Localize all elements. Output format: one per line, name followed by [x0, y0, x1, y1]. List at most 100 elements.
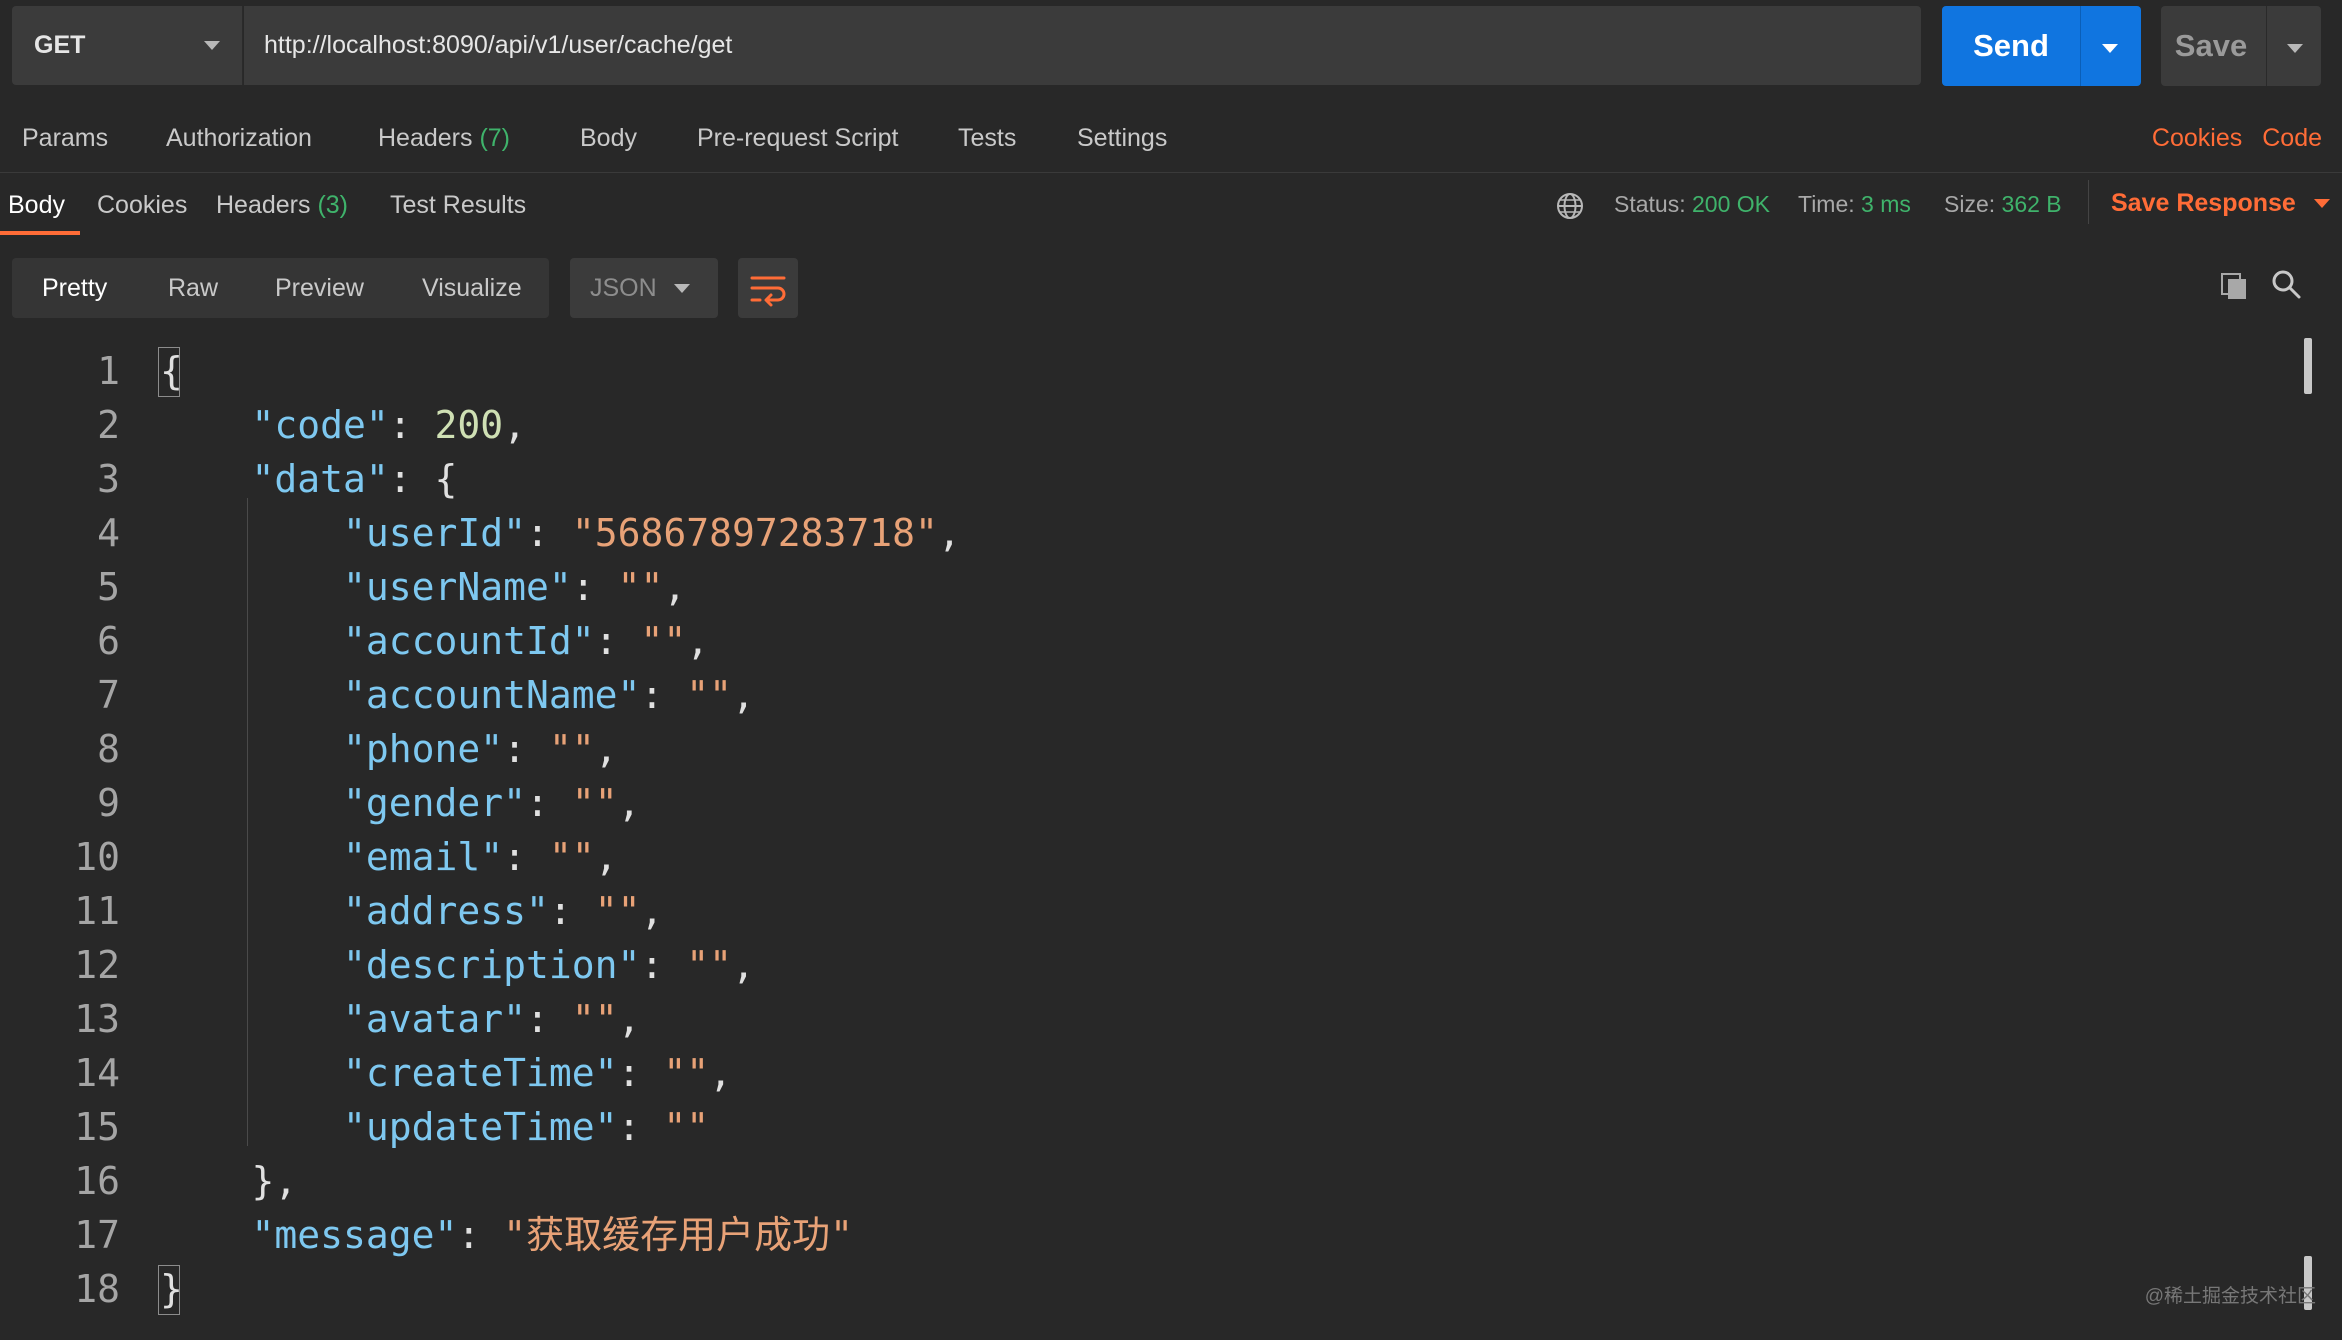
active-tab-indicator	[0, 231, 80, 235]
url-input[interactable]: http://localhost:8090/api/v1/user/cache/…	[244, 6, 1921, 85]
tab-settings[interactable]: Settings	[1077, 124, 1167, 153]
code-token: "address"	[160, 889, 549, 933]
code-token: ""	[548, 727, 595, 771]
line-number: 17	[74, 1213, 120, 1257]
response-tab-test-results[interactable]: Test Results	[390, 191, 526, 220]
size-value: 362 B	[2001, 191, 2062, 217]
code-token: ""	[571, 997, 618, 1041]
code-link[interactable]: Code	[2262, 124, 2322, 153]
code-token: "message"	[160, 1213, 458, 1257]
code-token: :	[526, 781, 572, 825]
code-token: },	[160, 1159, 298, 1203]
tab-pre-request-script[interactable]: Pre-request Script	[697, 124, 898, 153]
code-token: :	[640, 673, 687, 717]
watermark: @稀土掘金技术社区	[2144, 1286, 2316, 1307]
tab-headers[interactable]: Headers (7)	[378, 124, 510, 153]
send-button[interactable]: Send	[1942, 6, 2080, 86]
line-number: 1	[97, 349, 120, 393]
tab-authorization[interactable]: Authorization	[166, 124, 312, 153]
status-value: 200 OK	[1692, 191, 1770, 217]
response-tab-body[interactable]: Body	[8, 191, 65, 220]
format-select[interactable]: JSON	[570, 258, 718, 318]
code-line: "accountId": "",	[160, 614, 709, 668]
code-line: "userId": "56867897283718",	[160, 506, 961, 560]
code-token: "phone"	[160, 727, 504, 771]
line-number: 10	[74, 835, 120, 879]
code-token: "code"	[160, 403, 389, 447]
code-line: "phone": "",	[160, 722, 618, 776]
response-tab-cookies[interactable]: Cookies	[97, 191, 187, 220]
code-token: 200	[434, 403, 504, 447]
line-number: 12	[74, 943, 120, 987]
code-token: :	[617, 1105, 664, 1149]
line-number: 18	[74, 1267, 120, 1311]
tab-params[interactable]: Params	[22, 124, 108, 153]
code-line: "gender": "",	[160, 776, 640, 830]
code-token: "accountName"	[160, 673, 641, 717]
wrap-lines-icon	[750, 276, 786, 307]
view-visualize[interactable]: Visualize	[422, 258, 522, 318]
code-token: ""	[571, 781, 618, 825]
save-response-label: Save Response	[2111, 189, 2296, 217]
code-token: ,	[731, 673, 755, 717]
code-token: ,	[686, 619, 710, 663]
save-response-button[interactable]: Save Response	[2111, 189, 2330, 218]
format-label: JSON	[590, 273, 657, 302]
time-label: Time:	[1798, 191, 1855, 217]
line-number: 8	[97, 727, 120, 771]
response-tab-headers[interactable]: Headers (3)	[216, 191, 348, 220]
cookies-link[interactable]: Cookies	[2152, 124, 2242, 153]
line-number: 14	[74, 1051, 120, 1095]
response-body-editor[interactable]: 1 2 3 4 5 6 7 8 9 10 11 12 13 14 15 16 17 18{ "code": 200…	[0, 338, 2342, 1340]
view-pretty[interactable]: Pretty	[42, 258, 107, 318]
code-token: :	[503, 727, 549, 771]
save-button-group: Save	[2161, 6, 2321, 86]
send-button-group: Send	[1942, 6, 2141, 86]
chevron-down-icon	[2313, 199, 2330, 208]
bracket-match-highlight	[158, 347, 180, 397]
code-line: "userName": "",	[160, 560, 686, 614]
line-number: 16	[74, 1159, 120, 1203]
code-token: ""	[663, 1051, 710, 1095]
meta-divider	[2088, 180, 2089, 224]
code-line: "address": "",	[160, 884, 663, 938]
code-token: :	[571, 565, 618, 609]
code-line: "data": {	[160, 452, 458, 506]
code-token: ""	[617, 565, 664, 609]
code-line: "avatar": "",	[160, 992, 640, 1046]
code-token: ""	[686, 673, 732, 717]
code-token: ,	[594, 835, 618, 879]
code-token: "email"	[160, 835, 504, 879]
copy-icon[interactable]	[2218, 270, 2250, 302]
save-options-chevron-icon[interactable]	[2287, 44, 2303, 53]
code-token: ,	[617, 997, 641, 1041]
tab-tests[interactable]: Tests	[958, 124, 1016, 153]
request-tabs: Params Authorization Headers (7) Body Pr…	[0, 110, 2342, 170]
globe-icon[interactable]	[1555, 191, 1585, 221]
response-size: Size: 362 B	[1944, 191, 2062, 218]
save-button[interactable]: Save	[2161, 6, 2261, 86]
code-line: "createTime": "",	[160, 1046, 732, 1100]
code-token: "56867897283718"	[571, 511, 938, 555]
line-number: 9	[97, 781, 120, 825]
view-raw[interactable]: Raw	[168, 258, 218, 318]
code-token: ,	[594, 727, 618, 771]
view-preview[interactable]: Preview	[275, 258, 364, 318]
line-number: 3	[97, 457, 120, 501]
response-status: Status: 200 OK	[1614, 191, 1770, 218]
code-line: "message": "获取缓存用户成功"	[160, 1208, 853, 1262]
wrap-lines-button[interactable]	[738, 258, 798, 318]
send-options-chevron-icon[interactable]	[2102, 44, 2118, 53]
code-line: "description": "",	[160, 938, 755, 992]
code-token: :	[548, 889, 595, 933]
line-number: 2	[97, 403, 120, 447]
tab-headers-count: (7)	[479, 124, 511, 152]
search-icon[interactable]	[2270, 268, 2302, 300]
method-label: GET	[34, 31, 86, 59]
method-select[interactable]: GET	[12, 6, 243, 85]
scrollbar-thumb[interactable]	[2304, 338, 2312, 394]
code-token: "获取缓存用户成功"	[503, 1213, 853, 1257]
line-number: 5	[97, 565, 120, 609]
tab-body[interactable]: Body	[580, 124, 637, 153]
time-value: 3 ms	[1861, 191, 1911, 217]
